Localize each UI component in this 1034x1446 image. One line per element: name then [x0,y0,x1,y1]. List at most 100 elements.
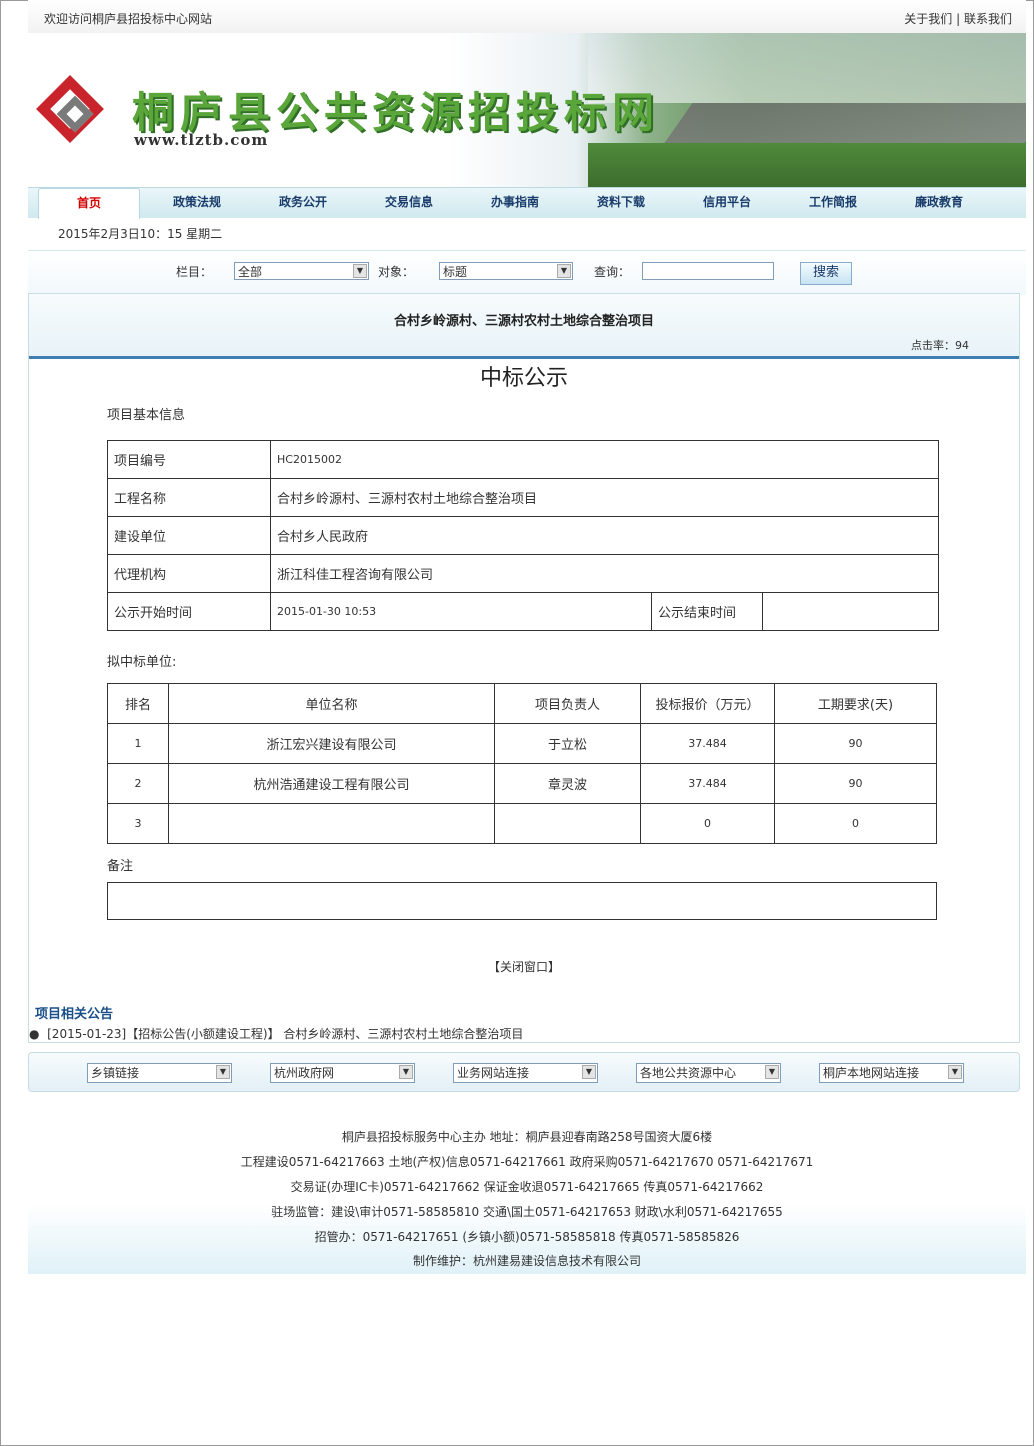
column-header: 排名 [107,683,169,724]
search-bar: 栏目： 全部 ▼ 对象： 标题 ▼ 查询： 搜索 [28,251,1026,295]
nav-home[interactable]: 首页 [38,188,140,219]
nav-policy[interactable]: 政策法规 [147,188,247,218]
nav-guide[interactable]: 办事指南 [465,188,565,218]
article-panel: 合村乡岭源村、三源村农村土地综合整治项目 点击率：94 中标公示 项目基本信息 … [28,293,1020,1043]
link-select-value: 各地公共资源中心 [640,1066,737,1080]
related-notice-text[interactable]: [2015-01-23]【招标公告(小额建设工程)】 合村乡岭源村、三源村农村土… [47,1027,523,1041]
table-row: 工程名称 合村乡岭源村、三源村农村土地综合整治项目 [107,478,939,517]
footer-line: 交易证(办理IC卡)0571-64217662 保证金收退0571-642176… [290,1180,764,1194]
search-input[interactable] [642,262,774,280]
chevron-down-icon: ▼ [399,1065,413,1079]
agency: 浙江科佳工程咨询有限公司 [270,554,939,593]
contact-link[interactable]: 联系我们 [964,12,1012,26]
footer-line: 工程建设0571-64217663 土地(产权)信息0571-64217661 … [240,1155,814,1169]
nav-credit[interactable]: 信用平台 [677,188,777,218]
project-number: HC2015002 [270,440,939,479]
nav-downloads[interactable]: 资料下载 [571,188,671,218]
field-label: 代理机构 [107,554,271,593]
column-header: 项目负责人 [494,683,641,724]
duration-cell: 0 [774,803,937,844]
nav-briefing[interactable]: 工作简报 [783,188,883,218]
top-bar: 欢迎访问桐庐县招投标中心网站 关于我们 | 联系我们 [28,0,1026,33]
top-links-sep: | [956,12,961,26]
date-bar: 2015年2月3日10：15 星期二 [28,218,1026,251]
nav-integrity[interactable]: 廉政教育 [889,188,989,218]
column-header: 单位名称 [168,683,495,724]
site-url: www.tlztb.com [134,131,269,149]
table-row: 项目编号 HC2015002 [107,440,939,479]
remark-heading: 备注 [107,859,134,874]
about-link[interactable]: 关于我们 [904,12,952,26]
footer-line: 招管办：0571-64217651 (乡镇小额)0571-58585818 传真… [314,1230,740,1244]
table-row: 3 0 0 [107,803,937,844]
rank-cell: 1 [107,723,169,764]
footer-line: 制作维护：杭州建易建设信息技术有限公司 [412,1254,641,1268]
header-banner: 桐庐县公共资源招投标网 www.tlztb.com [28,33,1026,187]
chevron-down-icon: ▼ [353,264,367,278]
field-label: 公示开始时间 [107,592,271,631]
bullet-icon: ● [29,1027,40,1041]
link-select-hangzhou-gov[interactable]: 杭州政府网 ▼ [270,1063,415,1083]
company-cell: 杭州浩通建设工程有限公司 [168,763,495,804]
chevron-down-icon: ▼ [582,1065,596,1079]
link-select-value: 杭州政府网 [274,1066,335,1080]
chevron-down-icon: ▼ [557,264,571,278]
construction-unit: 合村乡人民政府 [270,516,939,555]
footer: 桐庐县招投标服务中心主办 地址：桐庐县迎春南路258号国资大厦6楼 工程建设05… [28,1118,1026,1274]
link-select-business[interactable]: 业务网站连接 ▼ [453,1063,598,1083]
price-cell: 37.484 [640,723,775,764]
link-select-towns[interactable]: 乡镇链接 ▼ [87,1063,232,1083]
page-wrapper: 欢迎访问桐庐县招投标中心网站 关于我们 | 联系我们 桐庐县公共资源招投标网 w… [28,0,1026,1274]
chevron-down-icon: ▼ [216,1065,230,1079]
winners-table: 排名 单位名称 项目负责人 投标报价（万元） 工期要求(天) 1 浙江宏兴建设有… [107,683,937,844]
winners-heading: 拟中标单位: [107,655,177,670]
price-cell: 0 [640,803,775,844]
table-row: 代理机构 浙江科佳工程咨询有限公司 [107,554,939,593]
duration-cell: 90 [774,723,937,764]
rank-cell: 3 [107,803,169,844]
field-label: 建设单位 [107,516,271,555]
table-row: 建设单位 合村乡人民政府 [107,516,939,555]
nav-trade-info[interactable]: 交易信息 [359,188,459,218]
link-select-value: 乡镇链接 [91,1066,140,1080]
duration-cell: 90 [774,763,937,804]
basic-info-table: 项目编号 HC2015002 工程名称 合村乡岭源村、三源村农村土地综合整治项目… [107,440,939,631]
project-name: 合村乡岭源村、三源村农村土地综合整治项目 [270,478,939,517]
column-select[interactable]: 全部 ▼ [234,262,369,280]
main-nav: 首页 政策法规 政务公开 交易信息 办事指南 资料下载 信用平台 工作简报 廉政… [28,187,1026,219]
column-header: 工期要求(天) [774,683,937,724]
manager-cell: 于立松 [494,723,641,764]
search-button[interactable]: 搜索 [800,262,852,285]
notice-end-time [762,592,939,631]
table-row: 2 杭州浩通建设工程有限公司 章灵波 37.484 90 [107,763,937,804]
notice-start-time: 2015-01-30 10:53 [270,592,652,631]
object-select-value: 标题 [443,265,468,279]
company-cell: 浙江宏兴建设有限公司 [168,723,495,764]
welcome-text: 欢迎访问桐庐县招投标中心网站 [44,12,213,26]
article-header: 合村乡岭源村、三源村农村土地综合整治项目 点击率：94 [29,294,1019,359]
object-select[interactable]: 标题 ▼ [439,262,573,280]
close-window-link[interactable]: 【关闭窗口】 [29,958,1019,975]
related-notice-item[interactable]: ● [2015-01-23]【招标公告(小额建设工程)】 合村乡岭源村、三源村农… [29,1025,523,1042]
table-row: 1 浙江宏兴建设有限公司 于立松 37.484 90 [107,723,937,764]
rank-cell: 2 [107,763,169,804]
object-label: 对象： [378,265,415,279]
link-select-value: 业务网站连接 [457,1066,530,1080]
link-select-resource-centers[interactable]: 各地公共资源中心 ▼ [636,1063,781,1083]
link-select-local-sites[interactable]: 桐庐本地网站连接 ▼ [819,1063,964,1083]
company-cell [168,803,495,844]
table-row: 公示开始时间 2015-01-30 10:53 公示结束时间 [107,592,939,631]
hit-count: 点击率：94 [911,339,969,352]
manager-cell [494,803,641,844]
link-select-value: 桐庐本地网站连接 [823,1066,920,1080]
query-label: 查询： [594,265,631,279]
chevron-down-icon: ▼ [765,1065,779,1079]
remark-box [107,882,937,920]
article-title: 合村乡岭源村、三源村农村土地综合整治项目 [393,314,654,329]
manager-cell: 章灵波 [494,763,641,804]
footer-line: 驻场监管：建设\审计0571-58585810 交通\国土0571-642176… [271,1205,783,1219]
related-notices-heading: 项目相关公告 [35,1007,114,1022]
chevron-down-icon: ▼ [948,1065,962,1079]
nav-gov-affairs[interactable]: 政务公开 [253,188,353,218]
field-label: 工程名称 [107,478,271,517]
